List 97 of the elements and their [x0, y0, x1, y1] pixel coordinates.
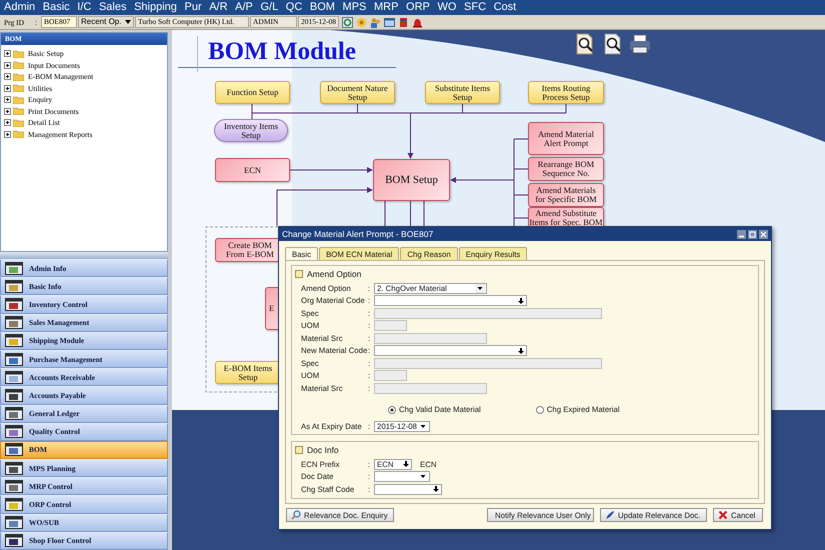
window-icon: [5, 534, 23, 548]
date-field[interactable]: [374, 471, 430, 482]
expand-icon[interactable]: [4, 108, 11, 115]
folder-icon: [13, 107, 24, 116]
down-arrow-icon: [432, 485, 440, 494]
flow-node[interactable]: E-BOM Items Setup: [215, 361, 281, 384]
flow-node[interactable]: Rearrange BOM Sequence No.: [528, 157, 604, 181]
expand-icon[interactable]: [4, 84, 11, 92]
connector-line: [384, 200, 386, 226]
flow-node[interactable]: ECN: [215, 158, 290, 182]
window-icon: [5, 443, 23, 456]
recent-dropdown[interactable]: Recent Op.: [78, 16, 134, 28]
connector-arrow: [450, 177, 514, 183]
flow-node[interactable]: Function Setup: [215, 81, 290, 104]
flow-node[interactable]: BOM Setup: [373, 159, 450, 201]
menu-item[interactable]: A/R: [209, 1, 228, 14]
window-icon: [5, 280, 23, 293]
menu-item[interactable]: A/P: [235, 1, 253, 14]
window-icon: [5, 498, 23, 512]
refresh-icon[interactable]: [342, 16, 353, 28]
window-icon[interactable]: [384, 16, 395, 28]
flow-node[interactable]: Substitute Items Setup: [425, 81, 500, 104]
printer-icon[interactable]: [629, 33, 651, 55]
window-icon: [5, 370, 23, 384]
lookup-field[interactable]: [374, 484, 442, 495]
bell-icon[interactable]: [412, 16, 423, 28]
menu-item[interactable]: Shipping: [134, 1, 177, 14]
folder-icon: [13, 50, 24, 58]
expand-icon[interactable]: [4, 130, 11, 138]
close-button[interactable]: [759, 230, 768, 238]
folder-icon: [13, 118, 24, 127]
menu-item[interactable]: WO: [437, 1, 456, 14]
window-icon: [5, 352, 23, 366]
lookup-field[interactable]: [374, 295, 527, 306]
search-icon: [291, 510, 301, 520]
close-icon: [760, 230, 767, 238]
window-icon: [5, 298, 23, 311]
flow-node[interactable]: Document Nature Setup: [320, 81, 395, 104]
down-arrow-icon: [517, 346, 525, 355]
pen-icon: [605, 510, 615, 520]
square-icon: [295, 446, 303, 454]
expand-icon[interactable]: [4, 73, 11, 80]
window-icon: [5, 388, 23, 402]
menu-item[interactable]: Cost: [494, 1, 516, 14]
folder-icon: [13, 61, 24, 70]
menu-item[interactable]: ORP: [406, 1, 430, 14]
flow-node[interactable]: Inventory Items Setup: [214, 119, 288, 142]
menu-item[interactable]: Pur: [184, 1, 202, 14]
window-icon: [5, 480, 23, 493]
menu-item[interactable]: Admin: [4, 1, 36, 14]
window-icon: [5, 425, 23, 438]
folder-icon: [13, 130, 24, 138]
minimize-button[interactable]: [737, 230, 746, 238]
down-arrow-icon: [402, 460, 410, 468]
connector-line: [410, 200, 411, 226]
document-search-icon[interactable]: [575, 33, 595, 55]
expand-icon[interactable]: [4, 119, 11, 126]
flow-node[interactable]: Amend Materials for Specific BOM: [528, 183, 604, 207]
menu-item[interactable]: QC: [286, 1, 302, 14]
group-title: Amend Option: [307, 269, 362, 279]
expand-icon[interactable]: [4, 62, 11, 69]
document-search-icon[interactable]: [603, 33, 623, 55]
folder-icon: [13, 84, 24, 92]
down-arrow-icon: [517, 296, 525, 305]
caret-icon: [125, 20, 131, 24]
window-icon: [5, 316, 23, 330]
window-title: Change Material Alert Prompt - BOE807: [282, 229, 434, 239]
lookup-field[interactable]: [374, 345, 527, 356]
menu-item[interactable]: BOM: [310, 1, 335, 14]
window-icon: [5, 407, 23, 420]
menu-item[interactable]: SFC: [464, 1, 486, 14]
folder-icon: [13, 96, 24, 104]
people-icon[interactable]: [370, 16, 381, 28]
maximize-icon: [749, 230, 756, 238]
menu-item[interactable]: MPS: [342, 1, 366, 14]
expand-icon[interactable]: [4, 50, 11, 58]
square-icon: [295, 270, 303, 278]
menu-item[interactable]: MRP: [374, 1, 398, 14]
group-title: Doc Info: [307, 445, 339, 455]
connector-arrow: [408, 112, 414, 159]
folder-icon: [13, 72, 24, 81]
menu-item[interactable]: Basic: [42, 1, 70, 14]
flow-node[interactable]: Items Routing Process Setup: [528, 81, 604, 104]
book-icon[interactable]: [398, 16, 409, 28]
expand-icon[interactable]: [4, 96, 11, 104]
maximize-button[interactable]: [748, 230, 757, 238]
window-icon: [5, 516, 23, 530]
menu-item[interactable]: I/C: [77, 1, 92, 14]
close-icon: [718, 510, 728, 520]
window-icon: [5, 262, 23, 275]
menu-item[interactable]: Sales: [98, 1, 126, 14]
flow-node[interactable]: Amend Material Alert Prompt: [528, 122, 604, 155]
module-title: BOM Module: [208, 38, 356, 66]
caret-icon: [475, 284, 485, 293]
menu-item[interactable]: G/L: [260, 1, 278, 14]
window-icon: [5, 462, 23, 475]
window-icon: [5, 334, 23, 348]
